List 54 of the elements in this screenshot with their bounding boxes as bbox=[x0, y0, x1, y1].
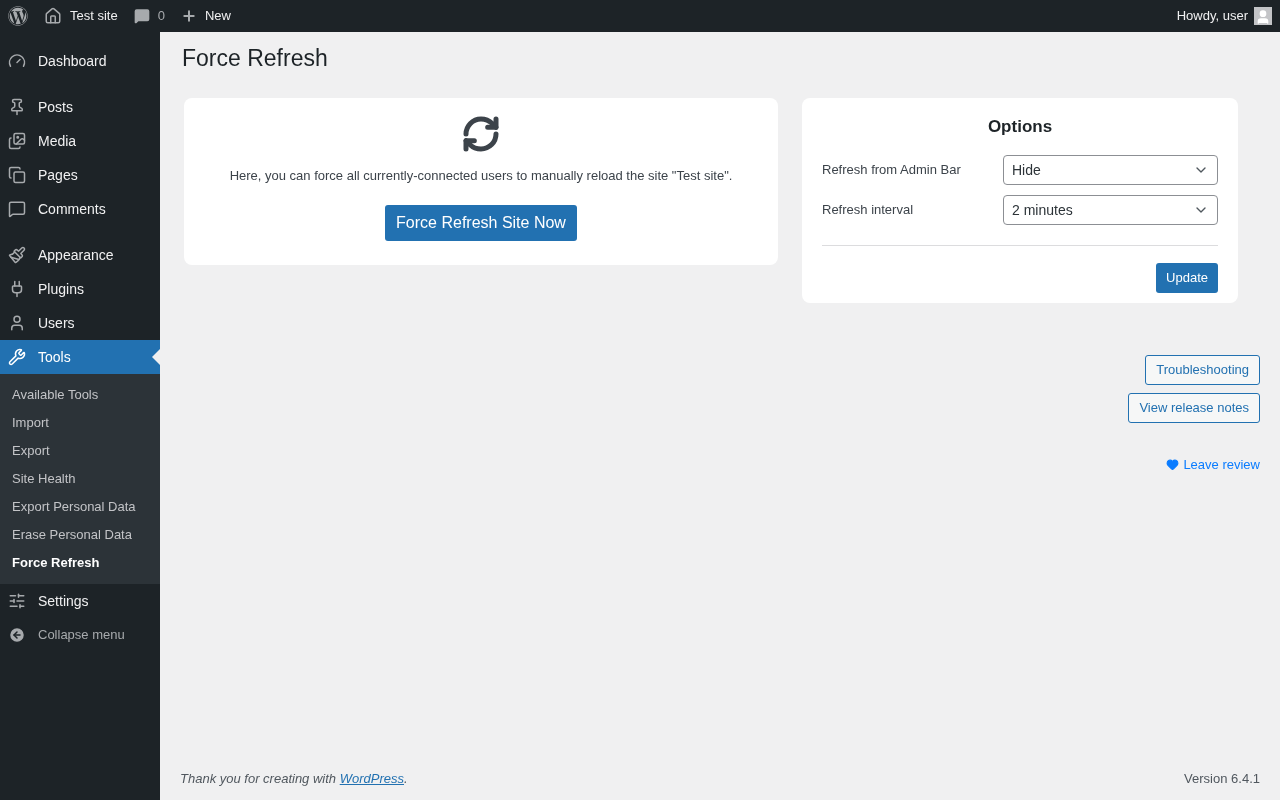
options-title: Options bbox=[987, 115, 1053, 138]
secondary-button[interactable]: Troubleshooting bbox=[1145, 355, 1260, 385]
select-field[interactable]: 2 minutes bbox=[1003, 195, 1218, 225]
current-pointer-icon bbox=[152, 349, 160, 365]
collapse-icon bbox=[8, 626, 26, 644]
collapse-menu-button[interactable]: Collapse menu bbox=[0, 618, 133, 652]
refresh-description: Here, you can force all currently-connected users to manually reload the site "Test site". bbox=[229, 166, 733, 185]
submenu-item[interactable]: Force Refresh bbox=[0, 549, 160, 577]
force-refresh-button[interactable]: Force Refresh Site Now bbox=[385, 205, 577, 241]
footer-credit: Thank you for creating with WordPress. bbox=[180, 769, 408, 788]
speech-bubble-icon bbox=[8, 200, 26, 218]
submenu-item[interactable]: Erase Personal Data bbox=[0, 521, 160, 549]
leave-review-link[interactable]: Leave review bbox=[1166, 455, 1260, 475]
plus-icon bbox=[180, 8, 197, 24]
sidebar-item[interactable]: Appearance bbox=[0, 238, 160, 272]
submenu-item[interactable]: Export Personal Data bbox=[0, 493, 160, 521]
sidebar-item[interactable]: Media bbox=[0, 124, 160, 158]
sidebar-item[interactable]: Posts bbox=[0, 90, 160, 124]
sliders-icon bbox=[8, 592, 26, 610]
dashboard-icon bbox=[8, 52, 26, 70]
sidebar-item[interactable]: Users bbox=[0, 306, 160, 340]
submenu-item[interactable]: Available Tools bbox=[0, 381, 160, 409]
sidebar-item[interactable]: Dashboard bbox=[0, 44, 160, 78]
secondary-button[interactable]: View release notes bbox=[1128, 393, 1260, 423]
page-title: Force Refresh bbox=[182, 44, 328, 73]
wordpress-logo-icon[interactable] bbox=[8, 6, 28, 26]
account-link[interactable]: Howdy, user bbox=[1176, 6, 1272, 26]
update-button[interactable]: Update bbox=[1156, 263, 1218, 293]
version-text: Version 6.4.1 bbox=[1184, 769, 1260, 788]
wordpress-link[interactable]: WordPress bbox=[339, 770, 404, 786]
wrench-icon bbox=[8, 348, 26, 366]
sidebar-item[interactable]: Plugins bbox=[0, 272, 160, 306]
user-icon bbox=[8, 314, 26, 332]
avatar-icon bbox=[1254, 7, 1272, 25]
home-icon bbox=[44, 7, 62, 25]
select-field[interactable]: Hide bbox=[1003, 155, 1218, 185]
submenu-item[interactable]: Import bbox=[0, 409, 160, 437]
sidebar-item[interactable]: Comments bbox=[0, 192, 160, 226]
brush-icon bbox=[8, 246, 26, 264]
site-name-link[interactable]: Test site bbox=[44, 6, 118, 26]
heart-icon bbox=[1166, 458, 1180, 472]
field-label: Refresh interval bbox=[822, 201, 915, 220]
sidebar-item[interactable]: Tools bbox=[0, 340, 160, 374]
speech-bubble-icon bbox=[133, 8, 150, 24]
field-label: Refresh from Admin Bar bbox=[822, 161, 962, 180]
pin-icon bbox=[8, 98, 26, 116]
media-icon bbox=[8, 132, 26, 150]
sidebar-item[interactable]: Pages bbox=[0, 158, 160, 192]
comments-link[interactable]: 0 bbox=[133, 6, 165, 26]
submenu-item[interactable]: Export bbox=[0, 437, 160, 465]
pages-icon bbox=[8, 166, 26, 184]
submenu-item[interactable]: Site Health bbox=[0, 465, 160, 493]
sidebar-item[interactable]: Settings bbox=[0, 584, 160, 618]
new-link[interactable]: New bbox=[180, 6, 231, 26]
